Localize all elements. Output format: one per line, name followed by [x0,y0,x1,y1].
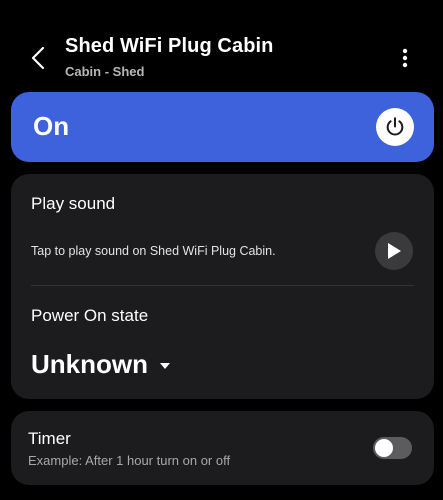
more-options-button[interactable] [392,44,418,72]
caret-down-icon [160,363,170,369]
page-title: Shed WiFi Plug Cabin [65,35,274,57]
power-state-label: On [33,111,70,141]
app-header: Shed WiFi Plug Cabin Cabin - Shed [0,0,443,90]
device-screen: Shed WiFi Plug Cabin Cabin - Shed On Pla… [0,0,443,500]
play-sound-title: Play sound [31,194,116,213]
power-toggle-button[interactable] [376,108,414,146]
timer-description: Example: After 1 hour turn on or off [28,453,231,468]
timer-title: Timer [28,429,71,448]
settings-card: Play sound Tap to play sound on Shed WiF… [11,174,434,399]
power-on-state-value: Unknown [31,348,148,379]
power-on-state-dropdown[interactable]: Unknown [31,346,170,382]
more-vertical-icon [402,48,408,68]
timer-toggle[interactable] [373,437,412,459]
toggle-knob [375,439,393,457]
power-icon [386,117,404,136]
play-icon [388,243,401,259]
power-on-state-title: Power On state [31,306,149,325]
timer-card[interactable]: Timer Example: After 1 hour turn on or o… [11,411,434,485]
play-sound-button[interactable] [375,232,413,270]
back-button[interactable] [24,40,52,76]
device-location: Cabin - Shed [65,64,145,79]
power-status-card: On [11,92,434,162]
play-sound-description: Tap to play sound on Shed WiFi Plug Cabi… [31,244,276,258]
divider [31,285,414,286]
chevron-left-icon [31,46,45,70]
